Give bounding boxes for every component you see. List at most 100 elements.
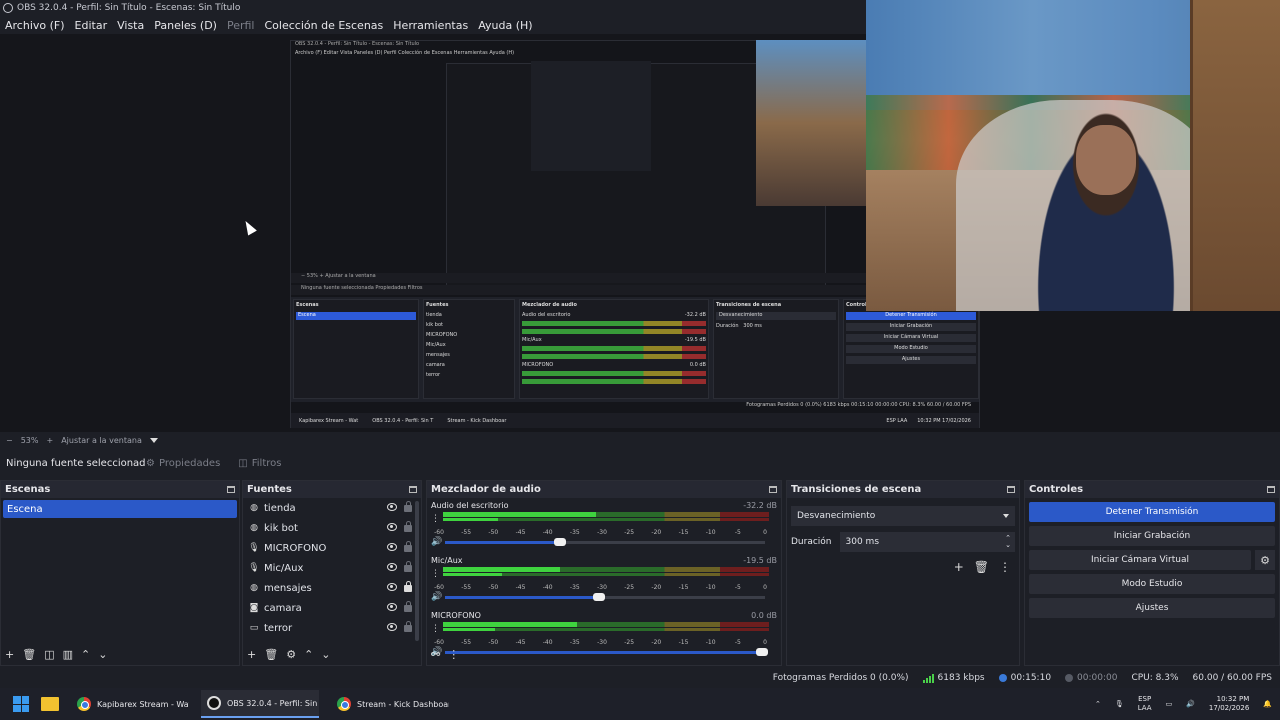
add-transition-button[interactable]: + bbox=[954, 560, 964, 574]
duration-input[interactable]: 300 ms ⌃ ⌄ bbox=[839, 532, 1015, 552]
zoom-out-button[interactable]: − bbox=[6, 436, 13, 445]
menu-item-5[interactable]: Colección de Escenas bbox=[260, 19, 389, 32]
meter-tick-label: 0 bbox=[763, 639, 767, 646]
menu-dots-icon[interactable]: ⋮ bbox=[431, 515, 440, 524]
undock-icon[interactable] bbox=[769, 486, 777, 493]
folder-icon[interactable] bbox=[41, 697, 59, 711]
microphone-icon[interactable]: 🎙 bbox=[1115, 700, 1124, 708]
menu-dots-icon[interactable]: ⋮ bbox=[448, 648, 459, 661]
chevron-up-icon[interactable]: ⌃ bbox=[304, 648, 313, 661]
volume-slider[interactable] bbox=[445, 538, 765, 546]
eye-icon[interactable] bbox=[387, 543, 397, 551]
source-item[interactable]: 🎙 MICROFONO bbox=[243, 538, 421, 558]
virtual-cam-button[interactable]: Iniciar Cámara Virtual bbox=[1029, 550, 1251, 570]
source-item[interactable]: ◍ tienda bbox=[243, 498, 421, 518]
add-scene-button[interactable]: + bbox=[5, 648, 14, 661]
menu-item-4[interactable]: Perfil bbox=[222, 19, 260, 32]
controls-dock: Controles Detener Transmisión Iniciar Gr… bbox=[1024, 480, 1280, 666]
scene-item[interactable]: Escena bbox=[3, 500, 237, 518]
source-item[interactable]: ▭ terror bbox=[243, 618, 421, 638]
add-source-button[interactable]: + bbox=[247, 648, 256, 661]
undock-icon[interactable] bbox=[409, 486, 417, 493]
taskbar-app[interactable]: OBS 32.0.4 - Perfil: Sin T bbox=[201, 690, 319, 718]
chevron-down-icon[interactable] bbox=[149, 437, 158, 443]
speaker-icon[interactable]: 🔊 bbox=[431, 592, 442, 602]
lock-icon[interactable] bbox=[404, 601, 412, 612]
transition-select[interactable]: Desvanecimiento bbox=[791, 506, 1015, 526]
network-icon[interactable]: ▭ bbox=[1166, 700, 1173, 708]
chevron-down-icon[interactable]: ⌄ bbox=[321, 648, 330, 661]
lock-icon[interactable] bbox=[404, 581, 412, 592]
lock-icon[interactable] bbox=[404, 501, 412, 512]
eye-icon[interactable] bbox=[387, 623, 397, 631]
filters-button[interactable]: ◫ Filtros bbox=[238, 458, 281, 469]
menu-item-1[interactable]: Editar bbox=[70, 19, 113, 32]
eye-icon[interactable] bbox=[387, 503, 397, 511]
source-item[interactable]: ◙ camara bbox=[243, 598, 421, 618]
menu-item-6[interactable]: Herramientas bbox=[388, 19, 473, 32]
volume-icon[interactable]: 🔊 bbox=[1186, 700, 1195, 708]
eye-icon[interactable] bbox=[387, 583, 397, 591]
nested-mixer-title: Mezclador de audio bbox=[522, 302, 577, 308]
scene-options-icon[interactable]: ▥ bbox=[63, 648, 73, 661]
start-recording-button[interactable]: Iniciar Grabación bbox=[1029, 526, 1275, 546]
windows-start-icon[interactable] bbox=[13, 696, 29, 712]
nested-meter bbox=[522, 354, 706, 359]
filter-icon[interactable]: ◫ bbox=[44, 648, 54, 661]
clock[interactable]: 10:32 PM 17/02/2026 bbox=[1209, 695, 1249, 713]
trash-icon[interactable]: 🗑 bbox=[974, 560, 989, 574]
gear-icon[interactable]: ⚙ bbox=[286, 648, 296, 661]
undock-icon[interactable] bbox=[227, 486, 235, 493]
volume-slider[interactable] bbox=[445, 648, 768, 656]
chevron-down-icon[interactable]: ⌄ bbox=[98, 648, 107, 661]
stop-stream-button[interactable]: Detener Transmisión bbox=[1029, 502, 1275, 522]
sources-scrollbar[interactable] bbox=[415, 501, 419, 641]
source-item[interactable]: 🎙 Mic/Aux bbox=[243, 558, 421, 578]
gear-icon[interactable]: ⚙ bbox=[1255, 550, 1275, 570]
menu-dots-icon[interactable]: ⋮ bbox=[999, 560, 1011, 574]
slider-knob[interactable] bbox=[592, 593, 605, 601]
channel-name: Audio del escritorio bbox=[431, 501, 509, 510]
properties-button[interactable]: ⚙ Propiedades bbox=[146, 458, 220, 469]
source-item[interactable]: ◍ kik bot bbox=[243, 518, 421, 538]
studio-mode-button[interactable]: Modo Estudio bbox=[1029, 574, 1275, 594]
menu-item-3[interactable]: Paneles (D) bbox=[149, 19, 222, 32]
link-icon[interactable]: ⚯ bbox=[431, 648, 440, 661]
taskbar-app[interactable]: Kapibarex Stream - Wat bbox=[71, 690, 189, 718]
menu-item-2[interactable]: Vista bbox=[112, 19, 149, 32]
undock-icon[interactable] bbox=[1007, 486, 1015, 493]
source-item[interactable]: ◍ mensajes bbox=[243, 578, 421, 598]
settings-button[interactable]: Ajustes bbox=[1029, 598, 1275, 618]
language-indicator[interactable]: ESP LAA bbox=[1138, 695, 1152, 713]
lock-icon[interactable] bbox=[404, 561, 412, 572]
slider-knob[interactable] bbox=[554, 538, 567, 546]
fit-window-label[interactable]: Ajustar a la ventana bbox=[61, 436, 142, 445]
nested-sources-title: Fuentes bbox=[426, 302, 449, 308]
lock-icon[interactable] bbox=[404, 541, 412, 552]
zoom-in-button[interactable]: + bbox=[46, 436, 53, 445]
duration-row: Duración 300 ms ⌃ ⌄ bbox=[791, 532, 1015, 552]
bell-icon[interactable]: 🔔 bbox=[1263, 700, 1272, 708]
slider-knob[interactable] bbox=[755, 648, 768, 656]
menu-dots-icon[interactable]: ⋮ bbox=[431, 625, 440, 634]
trash-icon[interactable]: 🗑 bbox=[22, 648, 36, 661]
eye-icon[interactable] bbox=[387, 603, 397, 611]
zoom-value: 53% bbox=[20, 435, 39, 445]
duration-value: 300 ms bbox=[845, 537, 880, 547]
spinner-icon[interactable]: ⌃ ⌄ bbox=[1005, 535, 1011, 549]
lock-icon[interactable] bbox=[404, 621, 412, 632]
menu-item-7[interactable]: Ayuda (H) bbox=[473, 19, 537, 32]
eye-icon[interactable] bbox=[387, 563, 397, 571]
trash-icon[interactable]: 🗑 bbox=[264, 648, 278, 661]
chrome-icon bbox=[77, 697, 91, 711]
taskbar-app[interactable]: Stream - Kick Dashboar bbox=[331, 690, 449, 718]
undock-icon[interactable] bbox=[1267, 486, 1275, 493]
lock-icon[interactable] bbox=[404, 521, 412, 532]
menu-dots-icon[interactable]: ⋮ bbox=[431, 570, 440, 579]
menu-item-0[interactable]: Archivo (F) bbox=[0, 19, 70, 32]
chevron-up-icon[interactable]: ⌃ bbox=[81, 648, 90, 661]
speaker-icon[interactable]: 🔊 bbox=[431, 537, 442, 547]
volume-slider[interactable] bbox=[445, 593, 765, 601]
eye-icon[interactable] bbox=[387, 523, 397, 531]
chevron-up-icon[interactable]: ⌃ bbox=[1095, 700, 1101, 708]
